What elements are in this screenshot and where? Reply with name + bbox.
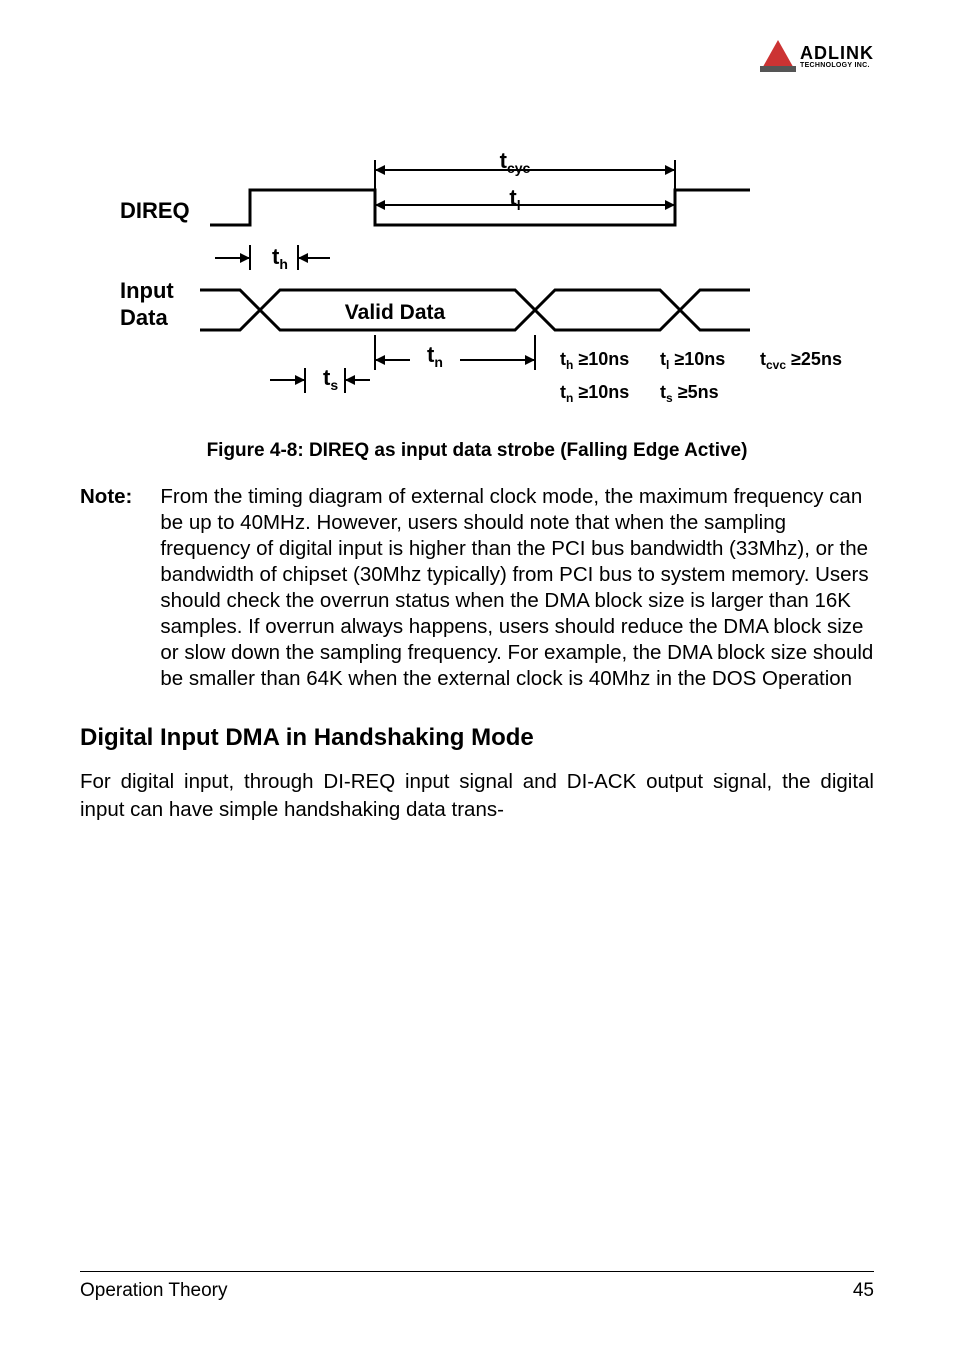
note-section: Note: From the timing diagram of externa… (80, 484, 874, 692)
note-text: From the timing diagram of external cloc… (160, 484, 874, 692)
valid-data-label: Valid Data (345, 301, 446, 324)
svg-text:th: th (272, 244, 288, 272)
direq-label: DIREQ (120, 198, 190, 223)
svg-text:tcyc: tcyc (500, 150, 531, 176)
body-text: For digital input, through DI-REQ input … (80, 768, 874, 823)
svg-text:ts ≥5ns: ts ≥5ns (660, 382, 719, 405)
svg-text:tl: tl (509, 185, 520, 213)
svg-text:tcvc ≥25ns: tcvc ≥25ns (760, 349, 842, 372)
svg-text:tl ≥10ns: tl ≥10ns (660, 349, 725, 372)
footer-right: 45 (853, 1280, 874, 1302)
logo-main: ADLINK (800, 44, 874, 62)
svg-text:ts: ts (323, 365, 338, 393)
svg-text:tn ≥10ns: tn ≥10ns (560, 382, 629, 405)
timing-diagram: DIREQ tcyc tl th Input Data Valid Data (120, 150, 874, 420)
logo: ADLINK TECHNOLOGY INC. (760, 40, 874, 72)
footer: Operation Theory 45 (80, 1271, 874, 1302)
data-label: Data (120, 305, 168, 330)
timing-svg: DIREQ tcyc tl th Input Data Valid Data (120, 150, 880, 420)
svg-text:th ≥10ns: th ≥10ns (560, 349, 629, 372)
logo-text: ADLINK TECHNOLOGY INC. (800, 44, 874, 69)
footer-left: Operation Theory (80, 1280, 228, 1302)
logo-triangle-icon (760, 40, 796, 72)
figure-caption: Figure 4-8: DIREQ as input data strobe (… (80, 440, 874, 462)
logo-sub: TECHNOLOGY INC. (800, 62, 874, 69)
input-label: Input (120, 278, 174, 303)
note-label: Note: (80, 484, 132, 692)
svg-text:tn: tn (427, 342, 443, 370)
section-heading: Digital Input DMA in Handshaking Mode (80, 724, 874, 752)
